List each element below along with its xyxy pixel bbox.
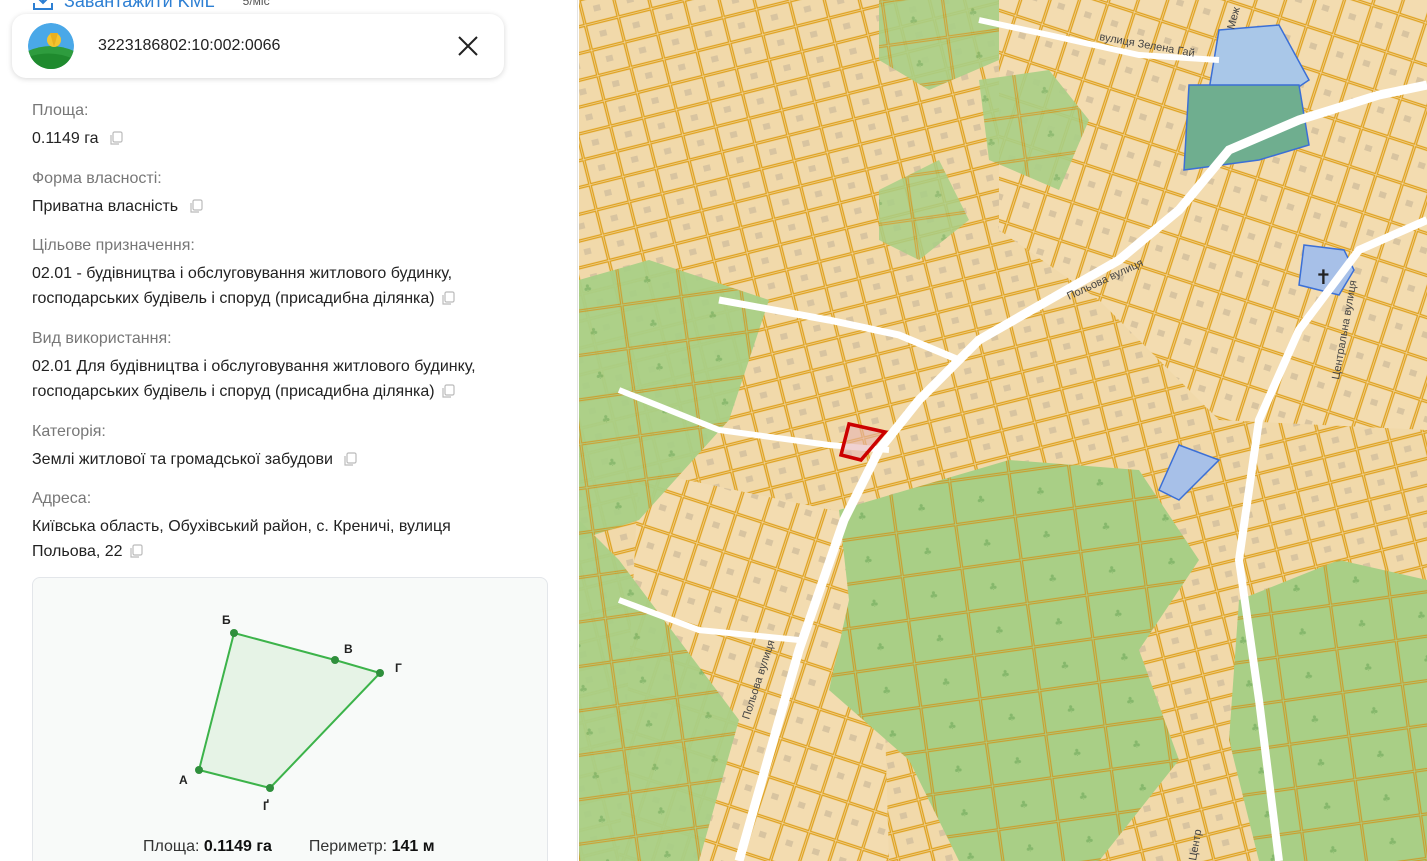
- vertex-b-marker: [230, 629, 238, 637]
- vertex-gh-marker: [266, 784, 274, 792]
- usage-line-1: 02.01 Для будівництва і обслуговування ж…: [32, 358, 476, 375]
- usage-line-2: господарських будівель і споруд (присади…: [32, 383, 435, 400]
- purpose-field: Цільове призначення: 02.01 - будівництва…: [32, 235, 532, 311]
- speed-text: 5/міс: [242, 0, 270, 8]
- shape-perimeter-label: Периметр:: [308, 838, 388, 855]
- copy-icon[interactable]: [129, 544, 143, 559]
- cadastral-number-field[interactable]: 3223186802:10:002:0066: [98, 37, 452, 55]
- download-kml-label[interactable]: Завантажити KML: [64, 0, 215, 12]
- parcel-info-panel: Завантажити KML 5/міс 3223186802:10:002:…: [0, 0, 578, 861]
- category-field: Категорія: Землі житлової та громадської…: [32, 421, 532, 472]
- shape-stats: Площа: 0.1149 га Периметр: 141 м: [143, 838, 435, 856]
- purpose-label: Цільове призначення:: [32, 237, 195, 254]
- copy-icon[interactable]: [189, 199, 203, 214]
- shape-perimeter-value: 141 м: [391, 838, 435, 855]
- parcel-shape-card: Б В Г Ґ А Площа: 0.1149 га Периметр: 141…: [32, 577, 548, 861]
- copy-icon[interactable]: [109, 131, 123, 146]
- cadastral-map[interactable]: ♣ ✝ вулиця Зелена Гай Польова вулиця Пол…: [579, 0, 1427, 861]
- ownership-label: Форма власності:: [32, 170, 162, 187]
- close-button[interactable]: [452, 30, 484, 62]
- address-field: Адреса: Київська область, Обухівський ра…: [32, 488, 532, 564]
- vertex-b-label: Б: [222, 613, 231, 627]
- vertex-gh-label: Ґ: [263, 798, 269, 813]
- copy-icon[interactable]: [441, 384, 455, 399]
- category-value: Землі житлової та громадської забудови: [32, 451, 333, 468]
- ownership-value: Приватна власність: [32, 198, 179, 215]
- address-line-1: Київська область, Обухівський район, с. …: [32, 518, 451, 535]
- purpose-line-1: 02.01 - будівництва і обслуговування жит…: [32, 265, 453, 282]
- vertex-a-label: А: [179, 773, 188, 787]
- purpose-line-2: господарських будівель і споруд (присади…: [32, 290, 435, 307]
- vertex-v-marker: [331, 656, 339, 664]
- copy-icon[interactable]: [343, 452, 357, 467]
- parcel-shape-polygon: [197, 631, 382, 790]
- search-card: 3223186802:10:002:0066: [12, 14, 504, 78]
- category-label: Категорія:: [32, 423, 106, 440]
- area-value: 0.1149 га: [32, 130, 99, 147]
- download-icon: [33, 0, 53, 10]
- ownership-field: Форма власності: Приватна власність: [32, 168, 532, 219]
- usage-field: Вид використання: 02.01 Для будівництва …: [32, 328, 532, 404]
- app-logo-icon: [28, 23, 74, 69]
- vertex-g-label: Г: [395, 661, 402, 675]
- usage-label: Вид використання:: [32, 330, 172, 347]
- address-label: Адреса:: [32, 490, 92, 507]
- vertex-a-marker: [195, 766, 203, 774]
- download-kml-link[interactable]: Завантажити KML 5/міс: [32, 0, 270, 12]
- shape-area-value: 0.1149 га: [203, 838, 272, 855]
- area-label: Площа:: [32, 102, 89, 119]
- vertex-v-label: В: [344, 642, 353, 656]
- vertex-g-marker: [376, 669, 384, 677]
- parcel-shape-diagram: Б В Г Ґ А: [179, 613, 402, 813]
- copy-icon[interactable]: [441, 291, 455, 306]
- close-icon: [458, 36, 478, 56]
- shape-area-label: Площа:: [143, 838, 200, 855]
- address-line-2: Польова, 22: [32, 543, 123, 560]
- area-field: Площа: 0.1149 га: [32, 100, 532, 151]
